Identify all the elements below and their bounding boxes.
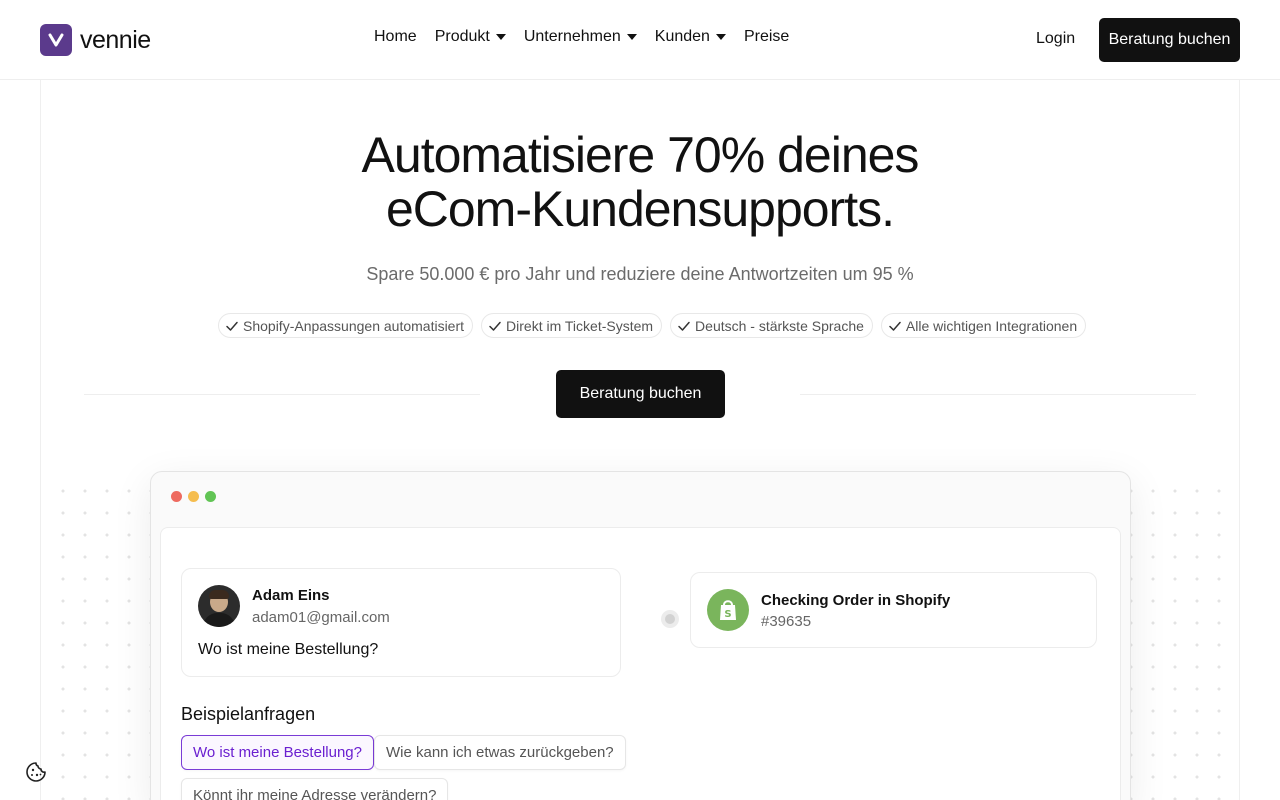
check-icon [489,321,501,331]
nav-item-preise[interactable]: Preise [744,28,789,46]
hero-title: Automatisiere 70% deines eCom-Kundensupp… [0,128,1280,236]
nav-item-label: Produkt [434,28,490,45]
check-icon [226,321,238,331]
nav-item-label: Kunden [654,28,710,45]
shopify-status-card: S Checking Order in Shopify #39635 [690,572,1097,648]
feature-pill: Alle wichtigen Integrationen [880,313,1087,338]
nav-item-produkt[interactable]: Produkt [435,28,506,46]
logo-text: vennie [80,25,151,54]
feature-pill: Deutsch - stärkste Sprache [670,313,873,338]
nav-item-label: Home [374,28,417,45]
nav-item-home[interactable]: Home [374,28,417,46]
feature-pills: Shopify-Anpassungen automatisiert Direkt… [218,313,1087,338]
login-link[interactable]: Login [1036,30,1075,48]
hero-book-consultation-button[interactable]: Beratung buchen [556,370,725,418]
caret-down-icon [715,34,726,40]
header-book-consultation-button[interactable]: Beratung buchen [1099,18,1240,62]
window-close-icon [171,491,182,502]
window-maximize-icon [205,491,216,502]
hero-title-line-2: eCom-Kundensupports. [385,181,895,237]
feature-pill-label: Deutsch - stärkste Sprache [695,317,864,334]
customer-message-card: Adam Eins adam01@gmail.com Wo ist meine … [181,568,621,677]
hero-subtitle: Spare 50.000 € pro Jahr und reduziere de… [366,264,914,284]
customer-name: Adam Eins [252,587,330,604]
shopify-status-title: Checking Order in Shopify [761,592,951,609]
status-dot-icon [661,610,679,628]
caret-down-icon [626,34,637,40]
caret-down-icon [495,34,506,40]
customer-message-text: Wo ist meine Bestellung? [198,641,379,658]
customer-email: adam01@gmail.com [252,609,390,626]
demo-window: Adam Eins adam01@gmail.com Wo ist meine … [150,471,1131,800]
example-query-button[interactable]: Wie kann ich etwas zurückgeben? [374,735,626,770]
example-query-button[interactable]: Könnt ihr meine Adresse verändern? [181,778,449,800]
dot-pattern-left [52,480,162,800]
logo[interactable]: vennie [40,24,151,56]
nav-item-unternehmen[interactable]: Unternehmen [524,28,637,46]
check-icon [678,321,690,331]
shopify-bag-icon: S [707,589,749,631]
feature-pill-label: Shopify-Anpassungen automatisiert [243,317,465,334]
feature-pill-label: Direkt im Ticket-System [506,317,654,334]
dot-pattern-right [1120,480,1230,800]
divider-right [800,394,1196,395]
example-query-button[interactable]: Wo ist meine Bestellung? [181,735,374,770]
demo-panel: Adam Eins adam01@gmail.com Wo ist meine … [160,527,1121,800]
hero-title-line-1: Automatisiere 70% deines [361,127,920,183]
feature-pill-label: Alle wichtigen Integrationen [905,317,1078,334]
feature-pill: Direkt im Ticket-System [481,313,663,338]
window-minimize-icon [188,491,199,502]
example-queries-heading: Beispielanfragen [181,704,316,724]
nav-item-label: Unternehmen [523,28,621,45]
nav-item-kunden[interactable]: Kunden [655,28,726,46]
nav-item-label: Preise [743,28,790,45]
check-icon [889,321,901,331]
avatar [198,585,240,627]
site-header: vennie Home Produkt Unternehmen Kunden P… [0,0,1280,80]
window-controls [171,491,216,502]
main-nav: Home Produkt Unternehmen Kunden Preise [374,28,789,46]
order-number: #39635 [761,613,812,630]
cookie-settings-icon[interactable] [25,761,47,783]
logo-mark-icon [40,24,72,56]
divider-left [84,394,480,395]
feature-pill: Shopify-Anpassungen automatisiert [218,313,474,338]
svg-text:S: S [724,609,731,620]
